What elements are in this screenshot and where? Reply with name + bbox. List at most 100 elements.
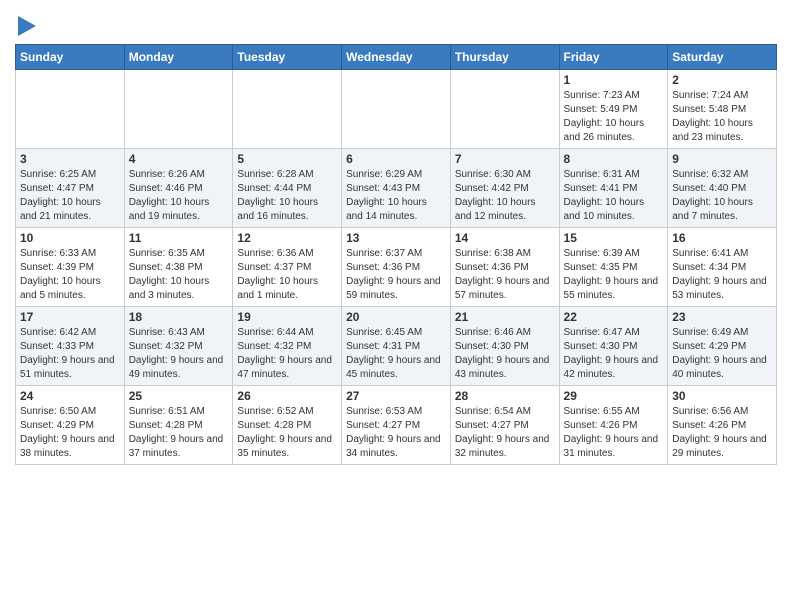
day-number: 26 [237,389,337,403]
calendar-cell: 22Sunrise: 6:47 AM Sunset: 4:30 PM Dayli… [559,307,668,386]
weekday-header-saturday: Saturday [668,45,777,70]
calendar-cell: 5 Sunrise: 6:28 AM Sunset: 4:44 PM Daylig… [233,149,342,228]
day-info: Sunrise: 6:49 AM Sunset: 4:29 PM Dayligh… [672,326,772,382]
calendar-cell: 19 Sunrise: 6:44 AM Sunset: 4:32 PM Dayli… [233,307,342,386]
calendar-cell: 9 Sunrise: 6:32 AM Sunset: 4:40 PM Daylig… [668,149,777,228]
calendar-cell: 25 Sunrise: 6:51 AM Sunset: 4:28 PM Dayli… [124,386,233,465]
calendar-cell [124,70,233,149]
weekday-header-wednesday: Wednesday [342,45,451,70]
calendar-cell: 10 Sunrise: 6:33 AM Sunset: 4:39 PM Dayli… [16,228,125,307]
calendar-cell: 20 Sunrise: 6:45 AM Sunset: 4:31 PM Dayli… [342,307,451,386]
logo [15,14,36,36]
day-info: Sunrise: 6:25 AM Sunset: 4:47 PM Dayligh… [20,168,120,224]
day-info: Sunrise: 6:31 AM Sunset: 4:41 PM Dayligh… [564,168,664,224]
day-info: Sunrise: 6:29 AM Sunset: 4:43 PM Dayligh… [346,168,446,224]
day-number: 18 [129,310,229,324]
calendar-cell [450,70,559,149]
weekday-header-thursday: Thursday [450,45,559,70]
day-info: Sunrise: 7:23 AM Sunset: 5:49 PM Dayligh… [564,89,664,145]
day-info: Sunrise: 6:52 AM Sunset: 4:28 PM Dayligh… [237,405,337,461]
day-number: 27 [346,389,446,403]
day-number: 28 [455,389,555,403]
page-header [15,10,777,36]
calendar-cell: 14Sunrise: 6:38 AM Sunset: 4:36 PM Dayli… [450,228,559,307]
day-number: 25 [129,389,229,403]
weekday-header-sunday: Sunday [16,45,125,70]
day-info: Sunrise: 6:37 AM Sunset: 4:36 PM Dayligh… [346,247,446,303]
day-number: 24 [20,389,120,403]
day-number: 9 [672,152,772,166]
calendar-table: SundayMondayTuesdayWednesdayThursdayFrid… [15,44,777,465]
calendar-header-row: SundayMondayTuesdayWednesdayThursdayFrid… [16,45,777,70]
day-number: 5 [237,152,337,166]
day-info: Sunrise: 6:26 AM Sunset: 4:46 PM Dayligh… [129,168,229,224]
day-number: 21 [455,310,555,324]
day-number: 14 [455,231,555,245]
day-number: 30 [672,389,772,403]
day-number: 8 [564,152,664,166]
day-info: Sunrise: 6:44 AM Sunset: 4:32 PM Dayligh… [237,326,337,382]
calendar-cell: 23 Sunrise: 6:49 AM Sunset: 4:29 PM Dayli… [668,307,777,386]
day-info: Sunrise: 7:24 AM Sunset: 5:48 PM Dayligh… [672,89,772,145]
logo-arrow-icon [18,16,36,36]
day-info: Sunrise: 6:42 AM Sunset: 4:33 PM Dayligh… [20,326,120,382]
day-number: 11 [129,231,229,245]
day-info: Sunrise: 6:43 AM Sunset: 4:32 PM Dayligh… [129,326,229,382]
day-number: 1 [564,73,664,87]
calendar-week-4: 17Sunrise: 6:42 AM Sunset: 4:33 PM Dayli… [16,307,777,386]
day-info: Sunrise: 6:32 AM Sunset: 4:40 PM Dayligh… [672,168,772,224]
day-number: 6 [346,152,446,166]
calendar-cell: 12 Sunrise: 6:36 AM Sunset: 4:37 PM Dayli… [233,228,342,307]
day-info: Sunrise: 6:54 AM Sunset: 4:27 PM Dayligh… [455,405,555,461]
weekday-header-monday: Monday [124,45,233,70]
calendar-week-3: 10 Sunrise: 6:33 AM Sunset: 4:39 PM Dayli… [16,228,777,307]
calendar-cell: 6 Sunrise: 6:29 AM Sunset: 4:43 PM Daylig… [342,149,451,228]
calendar-week-2: 3 Sunrise: 6:25 AM Sunset: 4:47 PM Daylig… [16,149,777,228]
day-info: Sunrise: 6:33 AM Sunset: 4:39 PM Dayligh… [20,247,120,303]
day-info: Sunrise: 6:28 AM Sunset: 4:44 PM Dayligh… [237,168,337,224]
calendar-cell: 7Sunrise: 6:30 AM Sunset: 4:42 PM Daylig… [450,149,559,228]
calendar-cell: 24Sunrise: 6:50 AM Sunset: 4:29 PM Dayli… [16,386,125,465]
calendar-cell: 28 Sunrise: 6:54 AM Sunset: 4:27 PM Dayli… [450,386,559,465]
calendar-cell: 27 Sunrise: 6:53 AM Sunset: 4:27 PM Dayli… [342,386,451,465]
calendar-cell: 11 Sunrise: 6:35 AM Sunset: 4:38 PM Dayli… [124,228,233,307]
day-info: Sunrise: 6:45 AM Sunset: 4:31 PM Dayligh… [346,326,446,382]
calendar-cell: 16Sunrise: 6:41 AM Sunset: 4:34 PM Dayli… [668,228,777,307]
calendar-cell: 13Sunrise: 6:37 AM Sunset: 4:36 PM Dayli… [342,228,451,307]
weekday-header-friday: Friday [559,45,668,70]
day-number: 23 [672,310,772,324]
day-number: 4 [129,152,229,166]
day-info: Sunrise: 6:51 AM Sunset: 4:28 PM Dayligh… [129,405,229,461]
calendar-cell: 3 Sunrise: 6:25 AM Sunset: 4:47 PM Daylig… [16,149,125,228]
calendar-cell: 1 Sunrise: 7:23 AM Sunset: 5:49 PM Daylig… [559,70,668,149]
calendar-cell: 26 Sunrise: 6:52 AM Sunset: 4:28 PM Dayli… [233,386,342,465]
day-info: Sunrise: 6:53 AM Sunset: 4:27 PM Dayligh… [346,405,446,461]
calendar-cell [16,70,125,149]
calendar-week-1: 1 Sunrise: 7:23 AM Sunset: 5:49 PM Daylig… [16,70,777,149]
calendar-cell: 8 Sunrise: 6:31 AM Sunset: 4:41 PM Daylig… [559,149,668,228]
calendar-cell: 17Sunrise: 6:42 AM Sunset: 4:33 PM Dayli… [16,307,125,386]
calendar-cell: 21Sunrise: 6:46 AM Sunset: 4:30 PM Dayli… [450,307,559,386]
day-info: Sunrise: 6:56 AM Sunset: 4:26 PM Dayligh… [672,405,772,461]
day-info: Sunrise: 6:30 AM Sunset: 4:42 PM Dayligh… [455,168,555,224]
day-info: Sunrise: 6:35 AM Sunset: 4:38 PM Dayligh… [129,247,229,303]
weekday-header-tuesday: Tuesday [233,45,342,70]
day-number: 19 [237,310,337,324]
calendar-cell: 18 Sunrise: 6:43 AM Sunset: 4:32 PM Dayli… [124,307,233,386]
calendar-cell [233,70,342,149]
day-number: 15 [564,231,664,245]
day-number: 29 [564,389,664,403]
calendar-cell [342,70,451,149]
day-number: 12 [237,231,337,245]
calendar-week-5: 24Sunrise: 6:50 AM Sunset: 4:29 PM Dayli… [16,386,777,465]
day-info: Sunrise: 6:47 AM Sunset: 4:30 PM Dayligh… [564,326,664,382]
calendar-cell: 2Sunrise: 7:24 AM Sunset: 5:48 PM Daylig… [668,70,777,149]
day-number: 3 [20,152,120,166]
day-info: Sunrise: 6:39 AM Sunset: 4:35 PM Dayligh… [564,247,664,303]
day-info: Sunrise: 6:55 AM Sunset: 4:26 PM Dayligh… [564,405,664,461]
calendar-cell: 4 Sunrise: 6:26 AM Sunset: 4:46 PM Daylig… [124,149,233,228]
day-number: 20 [346,310,446,324]
calendar-cell: 15 Sunrise: 6:39 AM Sunset: 4:35 PM Dayli… [559,228,668,307]
day-number: 10 [20,231,120,245]
day-info: Sunrise: 6:36 AM Sunset: 4:37 PM Dayligh… [237,247,337,303]
